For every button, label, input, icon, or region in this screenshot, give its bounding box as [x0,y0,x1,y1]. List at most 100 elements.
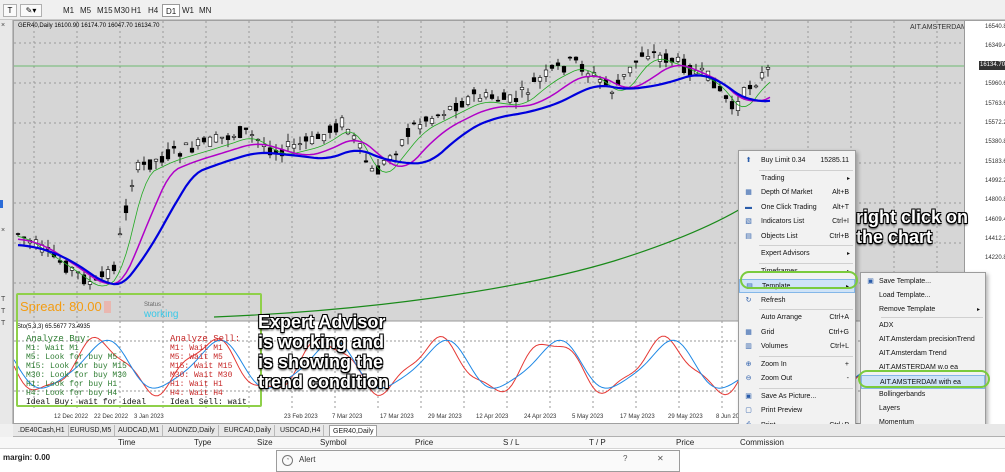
template-item-save-template[interactable]: ▣ Save Template... [861,275,985,289]
menu-item-buy-limit-0-34[interactable]: ⬆ Buy Limit 0.34 15285.11 [739,154,855,168]
depth-icon: ▦ [745,189,752,196]
candle-body [159,156,165,163]
chart-tab[interactable]: GER40,Daily [329,425,378,436]
refresh-icon: ↻ [745,296,752,304]
shapes-dropdown-icon[interactable]: ✎▾ [20,4,42,17]
pane-close-icon-2[interactable]: × [1,227,5,234]
menu-item-zoom-in[interactable]: ⊕ Zoom In + [739,358,855,372]
column-header[interactable]: Price [676,438,694,447]
template-item-ait-amsterdam-trend[interactable]: AIT.Amsterdam Trend [861,347,985,361]
candle-body [507,94,513,103]
candle-body [117,233,123,236]
column-header[interactable]: T / P [589,438,606,447]
candle-body [99,271,105,278]
close-button[interactable]: ✕ [657,454,664,463]
timeframe-button-mn[interactable]: MN [196,4,214,17]
candle-body [405,128,411,137]
template-item-adx[interactable]: ADX [861,319,985,333]
menu-item-print-preview[interactable]: ▢ Print Preview [739,404,855,418]
save-picture-icon: ▣ [745,392,752,400]
right-click-annotation: right click on the chart [856,207,969,247]
menu-item-auto-arrange[interactable]: Auto Arrange Ctrl+A [739,311,855,325]
candle-body [549,64,555,69]
chart-tab[interactable]: USDCAD,H4 [277,425,325,436]
status-value: working [144,309,179,320]
candle-body [477,98,483,102]
menu-item-objects-list[interactable]: ▤ Objects List Ctrl+B [739,230,855,244]
candle-body [123,205,129,214]
chart-tab[interactable]: EURUSD,M5 [67,425,116,436]
candle-body [513,98,519,103]
candle-body [87,281,93,285]
column-header[interactable]: Time [118,438,135,447]
menu-item-refresh[interactable]: ↻ Refresh [739,294,855,308]
analyze-row: H1: Look for buy H1 [26,380,118,389]
price-axis-label: 16540.8 [985,24,1005,30]
chart-toolbar: T ✎▾ M1 M5 M15 M30 H1 H4 D1 W1 MN [0,0,1005,20]
candle-body [147,159,153,170]
timeframe-button-w1[interactable]: W1 [179,4,197,17]
submenu-arrow-icon: ▸ [976,306,980,313]
chart-tab[interactable]: AUDNZD,Daily [165,425,219,436]
price-axis-label: 15572.2 [985,120,1005,126]
menu-item-grid[interactable]: ▦ Grid Ctrl+G [739,326,855,340]
chart-tab[interactable]: AUDCAD,M1 [115,425,164,436]
timeframe-button-m5[interactable]: M5 [77,4,94,17]
candle-body [15,233,21,235]
analyze-title: Analyze Buy: [26,334,91,344]
chart-tab[interactable]: EURCAD,Daily [221,425,276,436]
template-item-bollingerbands[interactable]: Bollingerbands [861,388,985,402]
analyze-row: M1: Wait M1 [170,344,223,353]
menu-item-one-click-trading[interactable]: ▬ One Click Trading Alt+T [739,201,855,215]
menu-item-zoom-out[interactable]: ⊖ Zoom Out - [739,372,855,386]
candle-body [483,92,489,98]
analyze-row: H4: Look for buy H4 [26,389,118,398]
column-header[interactable]: Price [415,438,433,447]
menu-item-volumes[interactable]: ▥ Volumes Ctrl+L [739,340,855,354]
timeframe-button-h1[interactable]: H1 [128,4,144,17]
submenu-arrow-icon: ▸ [846,251,850,257]
template-item-remove-template[interactable]: Remove Template ▸ [861,303,985,317]
candle-body [429,118,435,124]
menu-item-indicators-list[interactable]: ▧ Indicators List Ctrl+I [739,215,855,229]
column-header[interactable]: Type [194,438,211,447]
column-header[interactable]: S / L [503,438,519,447]
candle-body [753,85,759,88]
alert-dialog[interactable]: ◔ Alert ? ✕ [276,450,680,472]
candle-body [537,77,543,82]
candle-body [315,133,321,140]
template-item-load-template[interactable]: Load Template... [861,289,985,303]
menu-item-save-as-picture[interactable]: ▣ Save As Picture... [739,390,855,404]
menu-item-trading[interactable]: Trading ▸ [739,172,855,186]
text-tool-icon[interactable]: T [3,4,17,17]
timeframe-button-m1[interactable]: M1 [60,4,77,17]
candle-body [459,100,465,108]
help-button[interactable]: ? [623,454,627,463]
candle-body [393,153,399,156]
candle-body [129,185,135,187]
spread-marker [104,301,111,313]
column-header[interactable]: Size [257,438,273,447]
price-axis-label: 15380.8 [985,139,1005,145]
alert-title: Alert [299,455,316,464]
candle-body [519,87,525,90]
candle-body [363,160,369,163]
timeframe-button-h4[interactable]: H4 [145,4,161,17]
candle-body [411,122,417,125]
chart-tab[interactable]: .DE40Cash,H1 [15,425,69,436]
menu-item-expert-advisors[interactable]: Expert Advisors ▸ [739,247,855,261]
candle-body [657,54,663,62]
candle-body [213,134,219,143]
candle-body [531,77,537,82]
candle-body [759,72,765,79]
timeframe-button-d1[interactable]: D1 [162,4,181,17]
one-click-icon: ▬ [745,203,752,211]
column-header[interactable]: Commission [740,438,784,447]
column-header[interactable]: Symbol [320,438,347,447]
menu-item-shortcut: Ctrl+B [829,232,849,240]
pane-close-icon[interactable]: × [1,22,5,29]
template-item-ait-amsterdam-precisiontrend[interactable]: AIT.Amsterdam precisionTrend [861,333,985,347]
template-item-layers[interactable]: Layers [861,402,985,416]
menu-item-depth-of-market[interactable]: ▦ Depth Of Market Alt+B [739,186,855,200]
candle-body [471,89,477,95]
